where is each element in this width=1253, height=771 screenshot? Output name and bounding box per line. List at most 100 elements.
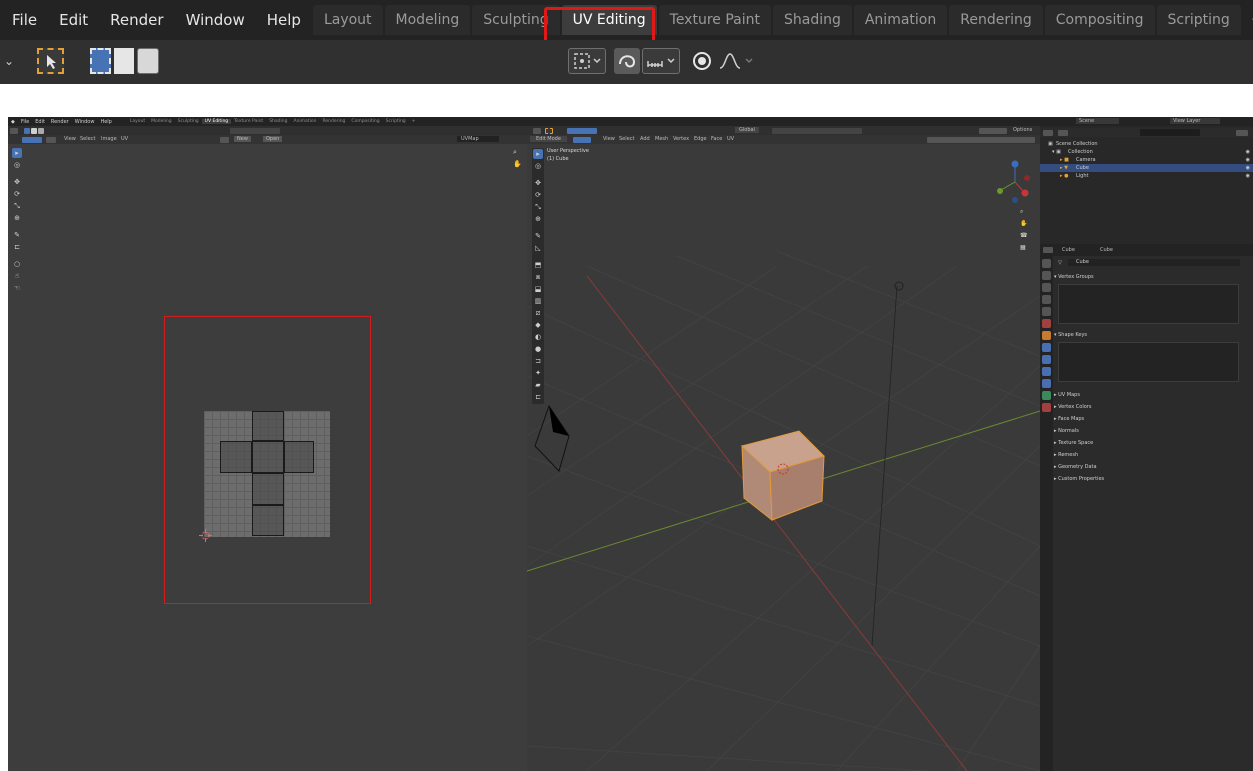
physics-tab-icon[interactable] xyxy=(1042,367,1051,376)
uv-editor-type-icon[interactable] xyxy=(10,127,18,134)
panel-header[interactable]: ▾ Vertex Groups xyxy=(1054,274,1253,280)
vp-transform-tool-icon[interactable]: ⊕ xyxy=(533,214,543,224)
vp-pan-icon[interactable]: ✋ xyxy=(1020,218,1027,230)
panel-header[interactable]: ▾ Shape Keys xyxy=(1054,332,1253,338)
constraints-tab-icon[interactable] xyxy=(1042,379,1051,388)
display-mode-icon[interactable] xyxy=(1058,129,1068,136)
panel-header[interactable]: ▸ Texture Space xyxy=(1054,440,1253,446)
poly-build-tool-icon[interactable]: ◆ xyxy=(533,320,543,330)
world-tab-icon[interactable] xyxy=(1042,319,1051,328)
vp-camera-view-icon[interactable]: ☎ xyxy=(1020,230,1027,242)
b-tab-compositing[interactable]: Compositing xyxy=(348,119,382,124)
annotate-tool-icon[interactable]: ✎ xyxy=(12,230,22,240)
tab-texture-paint[interactable]: Texture Paint xyxy=(658,5,771,35)
tab-rendering[interactable]: Rendering xyxy=(949,5,1043,35)
knife-tool-icon[interactable]: ⧄ xyxy=(533,308,543,318)
mesh-select-mode-icon[interactable] xyxy=(573,136,591,143)
particles-tab-icon[interactable] xyxy=(1042,355,1051,364)
rip-tool-icon[interactable]: ⊏ xyxy=(12,242,22,252)
bevel-tool-icon[interactable]: ⬓ xyxy=(533,284,543,294)
extrude-tool-icon[interactable]: ⬒ xyxy=(533,260,543,270)
uv-menu-view[interactable]: View xyxy=(64,136,76,142)
b-tab-add[interactable]: + xyxy=(409,119,419,124)
filter-icon[interactable] xyxy=(1236,129,1248,136)
vp-tweak-tool-icon[interactable]: ▸ xyxy=(533,149,543,159)
new-image-button[interactable]: New xyxy=(234,136,251,142)
shape-keys-list[interactable] xyxy=(1058,342,1239,382)
tab-scripting[interactable]: Scripting xyxy=(1156,5,1241,35)
snap-icon[interactable] xyxy=(642,48,680,74)
panel-header[interactable]: ▸ Geometry Data xyxy=(1054,464,1253,470)
vp-rotate-tool-icon[interactable]: ⟳ xyxy=(533,190,543,200)
tab-animation[interactable]: Animation xyxy=(853,5,948,35)
visibility-eye-icon[interactable]: ◉ xyxy=(1246,157,1250,163)
uv-snap-tools-icon[interactable] xyxy=(230,127,280,134)
vp-select-modes-icon[interactable] xyxy=(567,127,597,134)
b-tab-shading[interactable]: Shading xyxy=(266,119,290,124)
view-layer-tab-icon[interactable] xyxy=(1042,295,1051,304)
vp-menu-mesh[interactable]: Mesh xyxy=(655,136,668,142)
uv-select-extend-icon[interactable] xyxy=(31,127,37,134)
b-tab-animation[interactable]: Animation xyxy=(290,119,319,124)
b-tab-sculpting[interactable]: Sculpting xyxy=(175,119,202,124)
b-tab-texture-paint[interactable]: Texture Paint xyxy=(231,119,266,124)
material-tab-icon[interactable] xyxy=(1042,403,1051,412)
uv-select-subtract-icon[interactable] xyxy=(38,127,44,134)
move-tool-icon[interactable]: ✥ xyxy=(12,177,22,187)
select-tool-icon[interactable] xyxy=(37,48,64,74)
rotate-tool-icon[interactable]: ⟳ xyxy=(12,189,22,199)
outliner-row[interactable]: ▸ ● Light ◉ xyxy=(1040,172,1253,180)
outliner-type-icon[interactable] xyxy=(1043,129,1053,136)
uv-select-box-icon[interactable] xyxy=(24,127,30,134)
panel-header[interactable]: ▸ UV Maps xyxy=(1054,392,1253,398)
outliner-row[interactable]: ▣ Scene Collection xyxy=(1040,140,1253,148)
b-tab-layout[interactable]: Layout xyxy=(127,119,148,124)
menu-file[interactable]: File xyxy=(0,0,48,40)
uv-sync-icon[interactable] xyxy=(46,136,56,143)
menu-window[interactable]: Window xyxy=(175,0,256,40)
b-menu-edit[interactable]: Edit xyxy=(32,119,48,125)
select-subtract-mode-icon[interactable] xyxy=(137,48,159,74)
visibility-eye-icon[interactable]: ◉ xyxy=(1246,173,1250,179)
grab-tool-icon[interactable]: ○ xyxy=(12,259,22,269)
select-box-mode-icon[interactable] xyxy=(90,48,111,74)
proportional-falloff-icon[interactable] xyxy=(690,48,714,74)
uv-menu-uv[interactable]: UV xyxy=(121,136,128,142)
outliner-row-selected[interactable]: ▸ ▼ Cube ◉ xyxy=(1040,164,1253,172)
add-workspace-button[interactable]: + xyxy=(1243,5,1253,35)
vertex-groups-list[interactable] xyxy=(1058,284,1239,324)
vp-menu-vertex[interactable]: Vertex xyxy=(673,136,689,142)
view-layer-selector[interactable]: View Layer xyxy=(1170,118,1221,124)
visibility-eye-icon[interactable]: ◉ xyxy=(1246,165,1250,171)
panel-header[interactable]: ▸ Custom Properties xyxy=(1054,476,1253,482)
b-menu-file[interactable]: File xyxy=(18,119,32,125)
object-tab-icon[interactable] xyxy=(1042,331,1051,340)
vp-menu-select[interactable]: Select xyxy=(619,136,634,142)
b-menu-help[interactable]: Help xyxy=(97,119,114,125)
open-image-button[interactable]: Open xyxy=(263,136,283,142)
falloff-curve-icon[interactable] xyxy=(716,48,758,74)
scale-tool-icon[interactable]: ⤡ xyxy=(12,201,22,211)
scene-tab-icon[interactable] xyxy=(1042,307,1051,316)
panel-header[interactable]: ▸ Normals xyxy=(1054,428,1253,434)
2d-cursor-icon[interactable] xyxy=(199,529,212,542)
uv-menu-image[interactable]: Image xyxy=(101,136,117,142)
tab-shading[interactable]: Shading xyxy=(772,5,852,35)
vp-annotate-tool-icon[interactable]: ✎ xyxy=(533,231,543,241)
uvmap-field[interactable]: UVMap xyxy=(457,136,499,142)
vp-menu-view[interactable]: View xyxy=(603,136,615,142)
b-menu-render[interactable]: Render xyxy=(48,119,72,125)
mesh-data-tab-icon[interactable] xyxy=(1042,391,1051,400)
inset-tool-icon[interactable]: ⧈ xyxy=(533,272,543,282)
transform-tool-icon[interactable]: ⊕ xyxy=(12,213,22,223)
shear-tool-icon[interactable]: ▰ xyxy=(533,380,543,390)
menu-help[interactable]: Help xyxy=(256,0,312,40)
panel-header[interactable]: ▸ Vertex Colors xyxy=(1054,404,1253,410)
pivot-point-icon[interactable] xyxy=(568,48,606,74)
image-browse-icon[interactable] xyxy=(220,136,229,143)
relax-tool-icon[interactable]: ☝ xyxy=(12,271,22,281)
proportional-edit-icon[interactable] xyxy=(614,48,640,74)
tab-modeling[interactable]: Modeling xyxy=(384,5,471,35)
panel-header[interactable]: ▸ Face Maps xyxy=(1054,416,1253,422)
tweak-tool-icon[interactable]: ▸ xyxy=(12,148,22,158)
